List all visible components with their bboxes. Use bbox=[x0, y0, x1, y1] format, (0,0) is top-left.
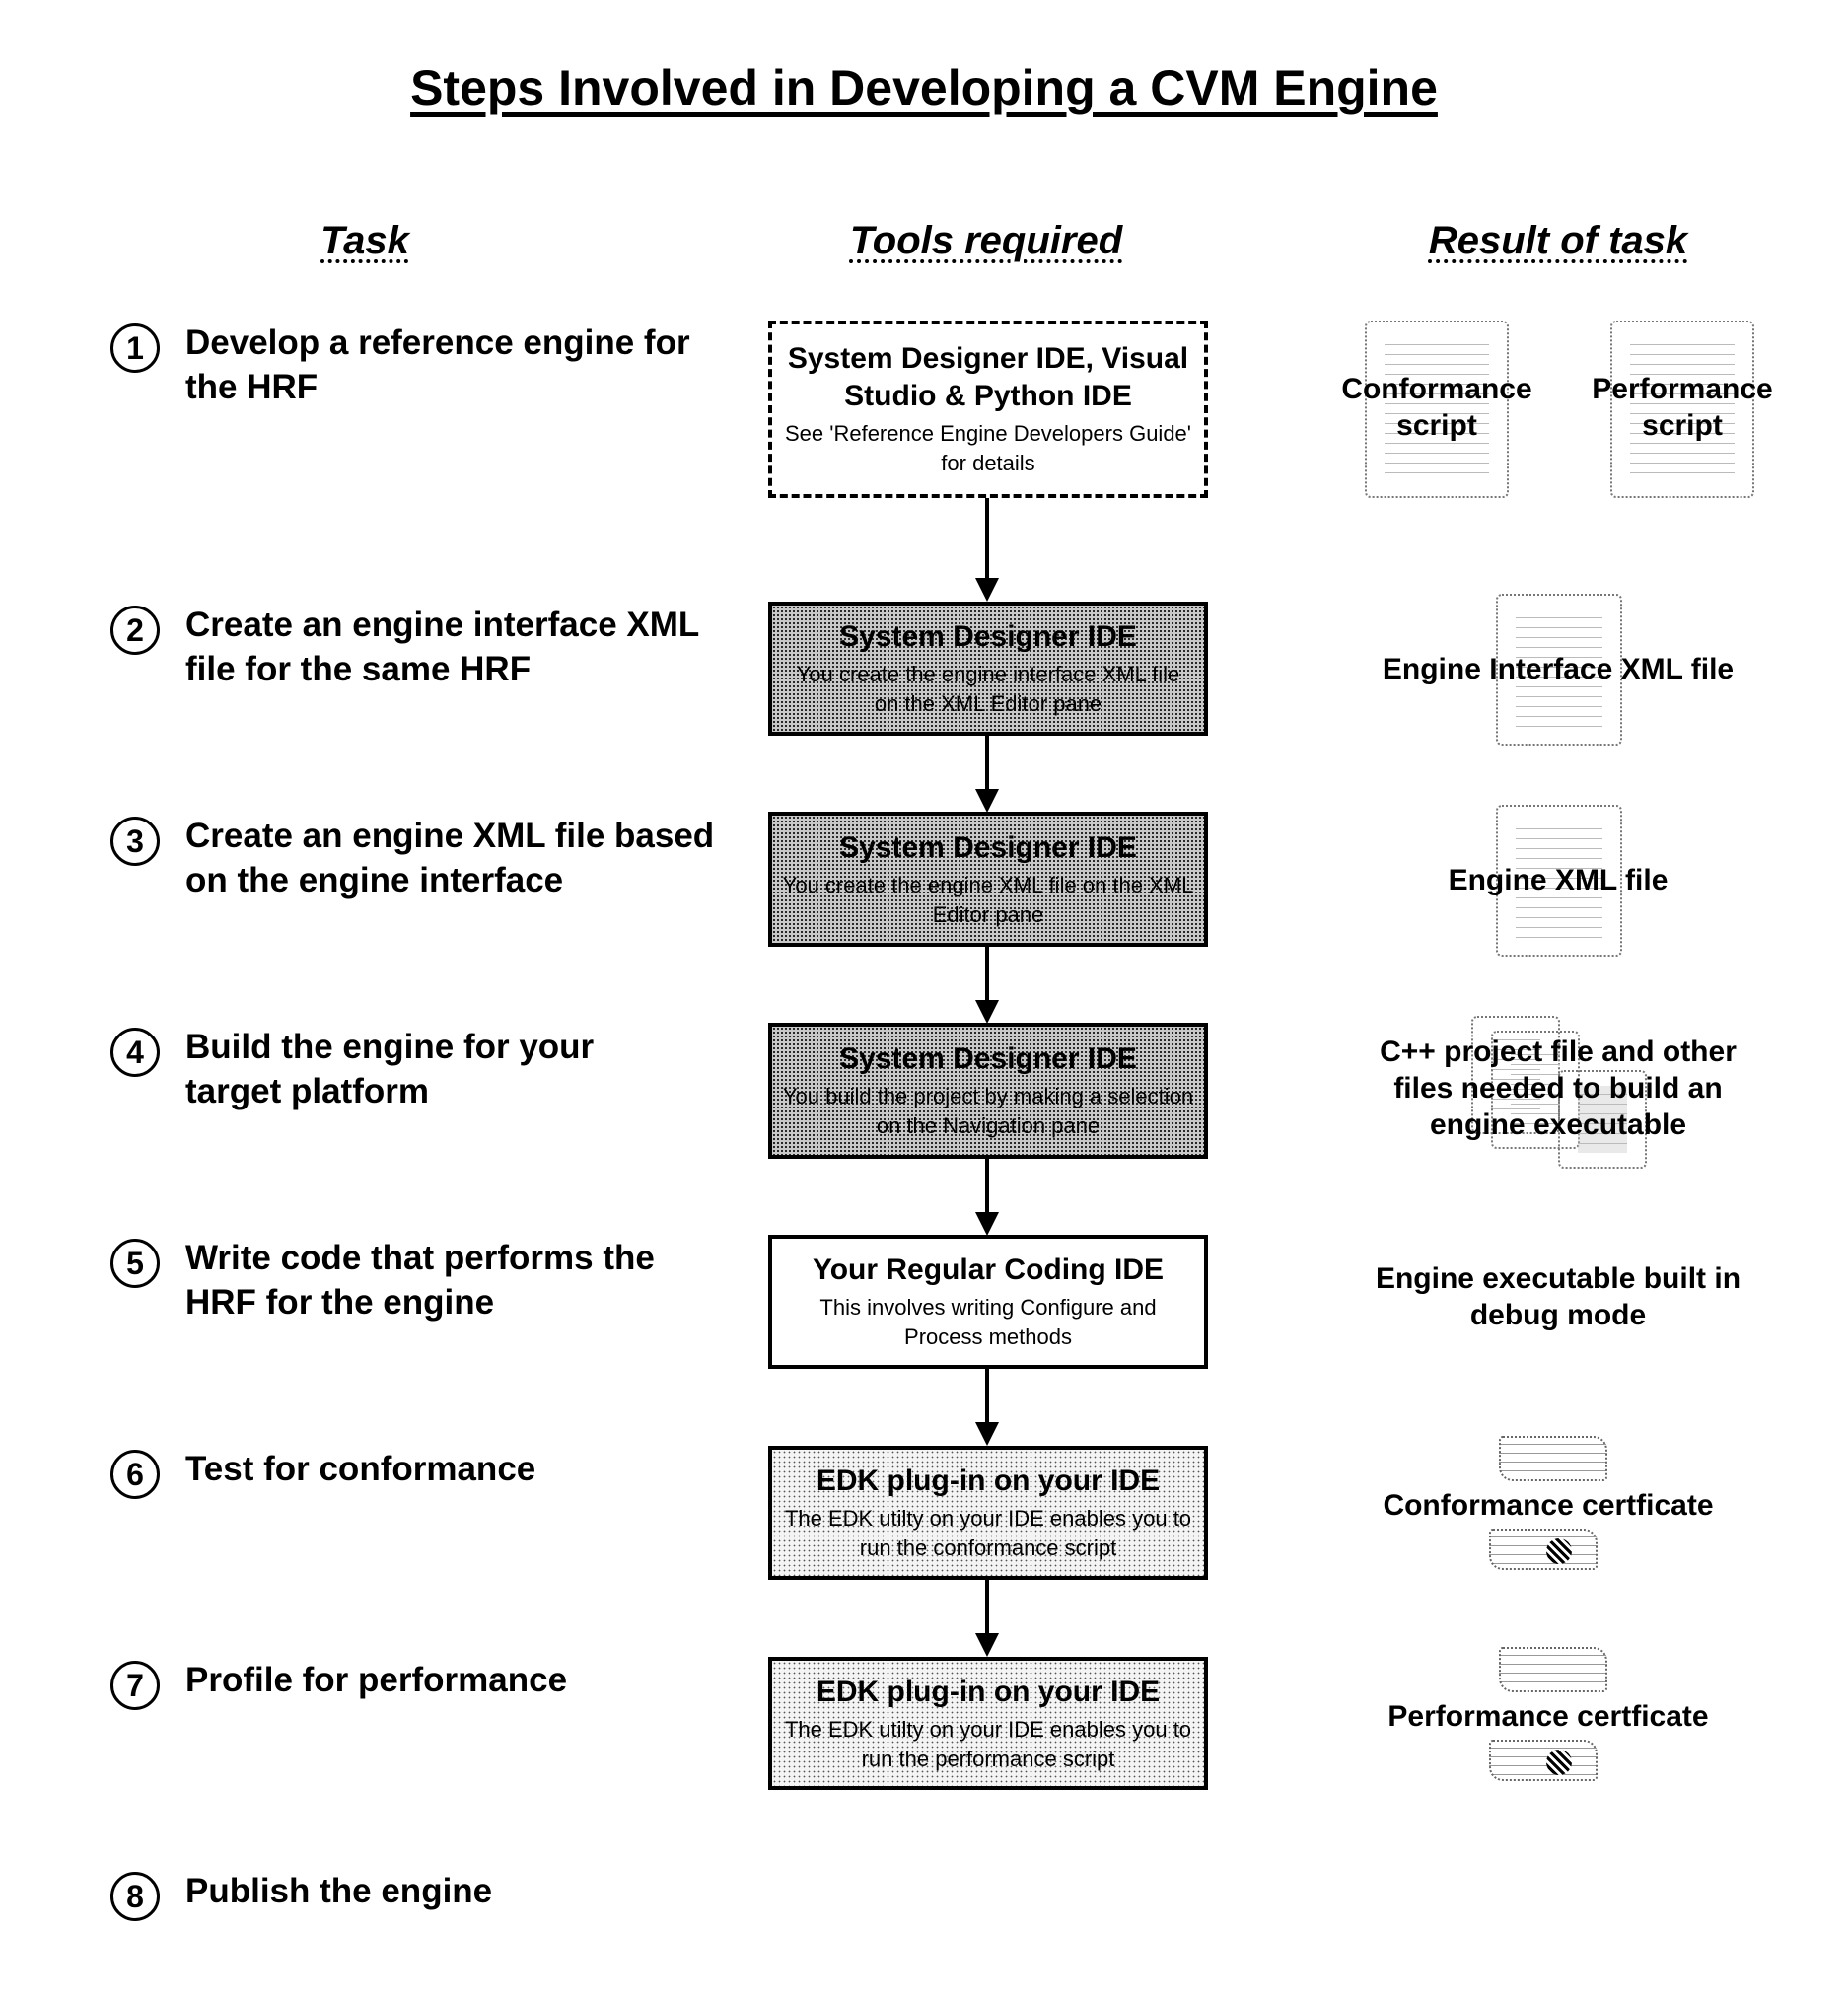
tool-box-6: EDK plug-in on your IDE The EDK utilty o… bbox=[768, 1446, 1208, 1580]
flow-arrow-line bbox=[985, 1580, 989, 1635]
tool-desc: See 'Reference Engine Developers Guide' … bbox=[785, 421, 1191, 475]
step-task-5: Write code that performs the HRF for the… bbox=[185, 1239, 655, 1322]
step-number-4: 4 bbox=[110, 1028, 160, 1077]
flow-arrow-line bbox=[985, 498, 989, 580]
tool-desc: You create the engine interface XML file… bbox=[796, 662, 1180, 716]
column-header-result: Result of task bbox=[1428, 219, 1688, 262]
step-number-2: 2 bbox=[110, 606, 160, 655]
flow-arrow-line bbox=[985, 736, 989, 791]
step-number-1: 1 bbox=[110, 323, 160, 373]
result-performance-certificate: Performance certficate bbox=[1387, 1700, 1709, 1733]
tool-desc: This involves writing Configure and Proc… bbox=[819, 1295, 1157, 1349]
tool-box-4: System Designer IDE You build the projec… bbox=[768, 1023, 1208, 1159]
step-task-6: Test for conformance bbox=[185, 1450, 536, 1488]
certificate-icon bbox=[1499, 1647, 1607, 1692]
result-performance-script: Performance script bbox=[1592, 373, 1773, 442]
seal-icon bbox=[1546, 1538, 1572, 1564]
result-conformance-certificate: Conformance certficate bbox=[1383, 1489, 1714, 1522]
step-number-3: 3 bbox=[110, 817, 160, 866]
tool-title: System Designer IDE bbox=[839, 1042, 1137, 1075]
certificate-icon bbox=[1489, 1740, 1598, 1781]
tool-title: Your Regular Coding IDE bbox=[812, 1253, 1165, 1286]
flow-arrow-line bbox=[985, 947, 989, 1002]
result-engine-interface-xml: Engine Interface XML file bbox=[1382, 653, 1735, 685]
tool-desc: The EDK utilty on your IDE enables you t… bbox=[784, 1716, 1192, 1771]
tool-box-2: System Designer IDE You create the engin… bbox=[768, 602, 1208, 736]
certificate-icon bbox=[1489, 1529, 1598, 1570]
tool-title: EDK plug-in on your IDE bbox=[816, 1465, 1161, 1497]
flow-arrow-line bbox=[985, 1159, 989, 1214]
arrow-down-icon bbox=[975, 1633, 999, 1657]
result-engine-executable: Engine executable built in debug mode bbox=[1375, 1262, 1741, 1331]
step-task-3: Create an engine XML file based on the e… bbox=[185, 817, 715, 899]
step-number-8: 8 bbox=[110, 1872, 160, 1921]
tool-desc: The EDK utilty on your IDE enables you t… bbox=[784, 1506, 1192, 1560]
step-task-1: Develop a reference engine for the HRF bbox=[185, 323, 690, 406]
step-number-7: 7 bbox=[110, 1661, 160, 1710]
step-task-8: Publish the engine bbox=[185, 1872, 493, 1910]
flow-arrow-line bbox=[985, 1369, 989, 1424]
seal-icon bbox=[1546, 1750, 1572, 1775]
tool-title: System Designer IDE bbox=[839, 620, 1137, 653]
tool-title: System Designer IDE, Visual Studio & Pyt… bbox=[787, 342, 1189, 412]
result-conformance-script: Conformance script bbox=[1341, 373, 1532, 442]
tool-desc: You create the engine XML file on the XM… bbox=[782, 872, 1194, 927]
tool-desc: You build the project by making a select… bbox=[782, 1084, 1194, 1138]
arrow-down-icon bbox=[975, 1000, 999, 1024]
step-number-6: 6 bbox=[110, 1450, 160, 1499]
tool-box-5: Your Regular Coding IDE This involves wr… bbox=[768, 1235, 1208, 1369]
tool-box-1: System Designer IDE, Visual Studio & Pyt… bbox=[768, 321, 1208, 498]
step-number-5: 5 bbox=[110, 1239, 160, 1288]
step-task-7: Profile for performance bbox=[185, 1661, 568, 1699]
tool-title: EDK plug-in on your IDE bbox=[816, 1675, 1161, 1708]
page-title: Steps Involved in Developing a CVM Engin… bbox=[410, 60, 1438, 115]
arrow-down-icon bbox=[975, 1212, 999, 1236]
arrow-down-icon bbox=[975, 789, 999, 813]
arrow-down-icon bbox=[975, 1422, 999, 1446]
tool-title: System Designer IDE bbox=[839, 830, 1137, 864]
step-task-2: Create an engine interface XML file for … bbox=[185, 606, 699, 688]
certificate-icon bbox=[1499, 1436, 1607, 1481]
tool-box-3: System Designer IDE You create the engin… bbox=[768, 812, 1208, 947]
column-header-task: Task bbox=[320, 219, 409, 262]
column-header-tools: Tools required bbox=[849, 219, 1123, 262]
tool-box-7: EDK plug-in on your IDE The EDK utilty o… bbox=[768, 1657, 1208, 1790]
result-engine-xml: Engine XML file bbox=[1448, 864, 1669, 896]
step-task-4: Build the engine for your target platfor… bbox=[185, 1028, 595, 1110]
result-cpp-project: C++ project file and other files needed … bbox=[1380, 1036, 1737, 1141]
arrow-down-icon bbox=[975, 578, 999, 602]
